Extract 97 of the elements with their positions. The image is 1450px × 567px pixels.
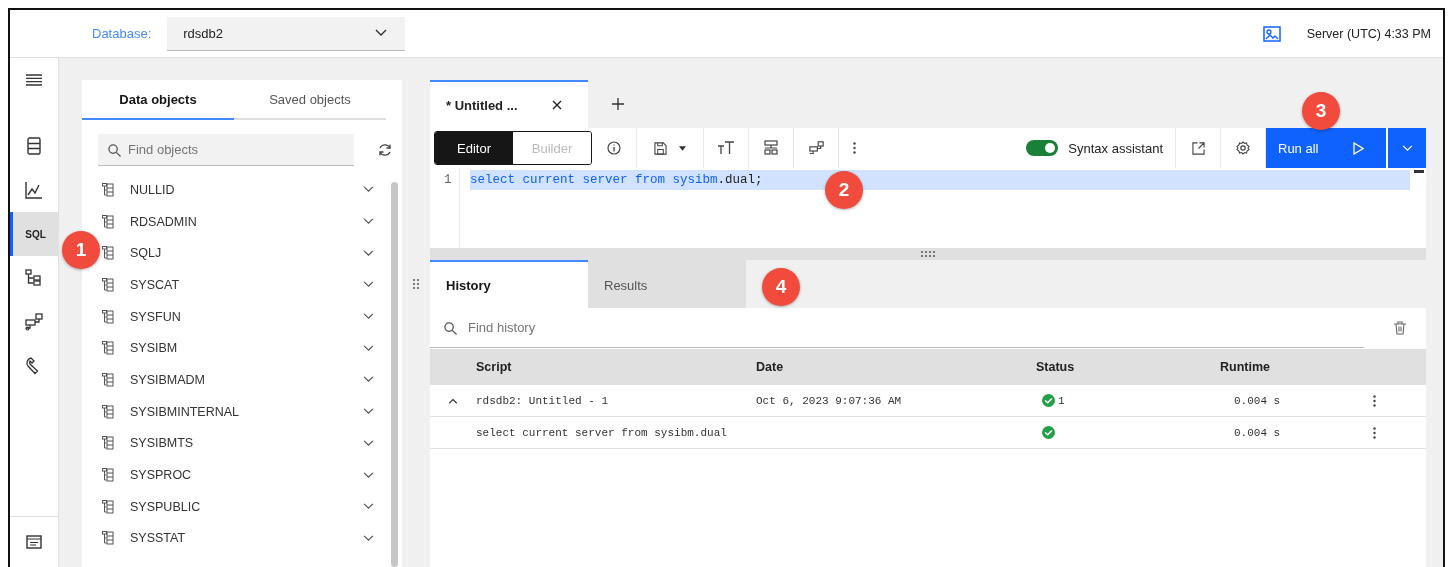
nav-rail-item[interactable]: SQL — [10, 212, 58, 256]
chevron-down-icon — [363, 249, 374, 257]
chevron-down-icon — [375, 29, 388, 37]
panel-tab[interactable]: Data objects — [82, 80, 234, 120]
overflow-menu-icon[interactable] — [852, 142, 856, 154]
schema-icon — [102, 372, 114, 387]
search-field[interactable]: Find objects — [98, 134, 354, 166]
history-row[interactable]: select current server from sysibm.dual 0.004 s — [430, 417, 1426, 449]
schema-icon — [102, 436, 114, 451]
settings-icon[interactable] — [1236, 141, 1250, 155]
chevron-down-icon — [363, 344, 374, 352]
history-row[interactable]: rdsdb2: Untitled - 1 Oct 6, 2023 9:07:36 AM 1 0.004 s — [430, 385, 1426, 417]
editor-tab[interactable]: * Untitled ... — [430, 80, 588, 128]
schema-item[interactable]: SYSIBMTS — [102, 427, 391, 460]
scrollbar[interactable] — [391, 182, 398, 567]
date-cell-text: Oct 6, 2023 9:07:36 AM — [756, 394, 903, 407]
schema-item[interactable]: SQLJ — [102, 237, 391, 270]
drag-handle-icon[interactable] — [921, 251, 935, 257]
scrollbar — [1414, 170, 1424, 173]
save-icon[interactable] — [654, 141, 667, 155]
search-icon — [108, 144, 121, 157]
database-label: Database: — [92, 26, 152, 41]
results-tab[interactable]: Results — [588, 260, 746, 308]
chevron-down-icon — [363, 313, 374, 321]
chevron-down-icon — [363, 534, 374, 542]
column-header: Runtime — [1219, 360, 1271, 374]
chevron-down-icon — [363, 503, 374, 511]
caret-icon[interactable] — [679, 145, 686, 151]
database-dropdown[interactable]: rdsdb2 — [167, 16, 406, 51]
script-cell-text: select current server from sysibm.dual — [476, 426, 728, 439]
add-tab-icon[interactable] — [612, 98, 624, 110]
chart-icon — [25, 181, 43, 199]
syntax-assistant-label: Syntax assistant — [1068, 140, 1163, 156]
runtime-cell-text: 0.004 s — [1233, 394, 1282, 407]
runtime-cell-text: 0.004 s — [1233, 426, 1282, 439]
search-icon — [444, 322, 457, 335]
chevron-down-icon — [363, 186, 374, 194]
chevron-up-icon[interactable] — [448, 397, 458, 404]
schema-icon — [102, 404, 114, 419]
script-cell-text: rdsdb2: Untitled - 1 — [476, 394, 610, 407]
schema-item[interactable]: SYSIBMADM — [102, 364, 391, 396]
console-icon[interactable] — [26, 535, 42, 549]
schema-icon — [102, 468, 114, 483]
drag-handle-icon[interactable] — [413, 278, 419, 289]
overflow-menu-icon[interactable] — [1373, 426, 1376, 439]
column-header: Date — [756, 360, 785, 374]
chevron-down-icon — [363, 218, 374, 226]
flow-icon — [25, 313, 43, 331]
schema-item[interactable]: SYSSTAT — [102, 522, 391, 555]
close-icon[interactable] — [552, 100, 562, 110]
schema-item[interactable]: SYSFUN — [102, 300, 391, 333]
chevron-down-icon — [363, 376, 374, 384]
refresh-icon[interactable] — [378, 143, 392, 157]
status-count: 1 — [1058, 394, 1065, 407]
format-icon[interactable] — [764, 140, 778, 156]
chevron-down-icon — [1401, 144, 1413, 152]
schema-icon — [102, 309, 114, 324]
chevron-down-icon — [363, 408, 374, 416]
run-all-button[interactable]: Run all — [1266, 128, 1386, 168]
chevron-down-icon — [363, 281, 374, 289]
mode-toggle-button[interactable]: Editor — [435, 132, 513, 164]
tree-icon — [25, 269, 43, 287]
schema-icon — [102, 531, 114, 546]
results-tab[interactable]: History — [430, 260, 588, 308]
schema-icon — [102, 341, 114, 356]
success-icon — [1042, 426, 1055, 439]
database-icon — [27, 137, 41, 155]
panel-tab[interactable]: Saved objects — [234, 80, 386, 120]
schema-item[interactable]: SYSIBMINTERNAL — [102, 395, 391, 428]
schema-icon — [102, 277, 114, 292]
schema-item[interactable]: RDSADMIN — [102, 205, 391, 238]
image-icon[interactable] — [1262, 25, 1281, 42]
schema-item[interactable]: SYSIBM — [102, 332, 391, 365]
schema-icon — [102, 246, 114, 261]
column-header: Status — [1036, 360, 1076, 374]
toggle-switch[interactable] — [1026, 140, 1059, 156]
overflow-menu-icon[interactable] — [1373, 394, 1376, 407]
server-time: Server (UTC) 4:33 PM — [1306, 26, 1431, 41]
launch-icon[interactable] — [1191, 141, 1205, 155]
play-icon — [1353, 141, 1364, 155]
schema-item[interactable]: SYSPROC — [102, 459, 391, 491]
success-icon — [1042, 394, 1055, 407]
text-size-icon[interactable] — [717, 141, 735, 155]
schema-item[interactable]: SYSPUBLIC — [102, 490, 391, 523]
flow-icon[interactable] — [808, 140, 824, 156]
chevron-down-icon — [363, 471, 374, 479]
schema-item[interactable]: SYSCAT — [102, 269, 391, 301]
schema-item[interactable]: NULLID — [102, 174, 391, 206]
info-icon[interactable] — [607, 141, 621, 155]
trash-icon[interactable] — [1394, 321, 1406, 335]
schema-icon — [102, 182, 114, 197]
chevron-down-icon — [363, 439, 374, 447]
schema-icon — [102, 214, 114, 229]
column-header: Script — [476, 360, 513, 374]
sql-label: SQL — [25, 228, 46, 240]
menu-icon — [26, 74, 42, 86]
schema-icon — [102, 499, 114, 514]
